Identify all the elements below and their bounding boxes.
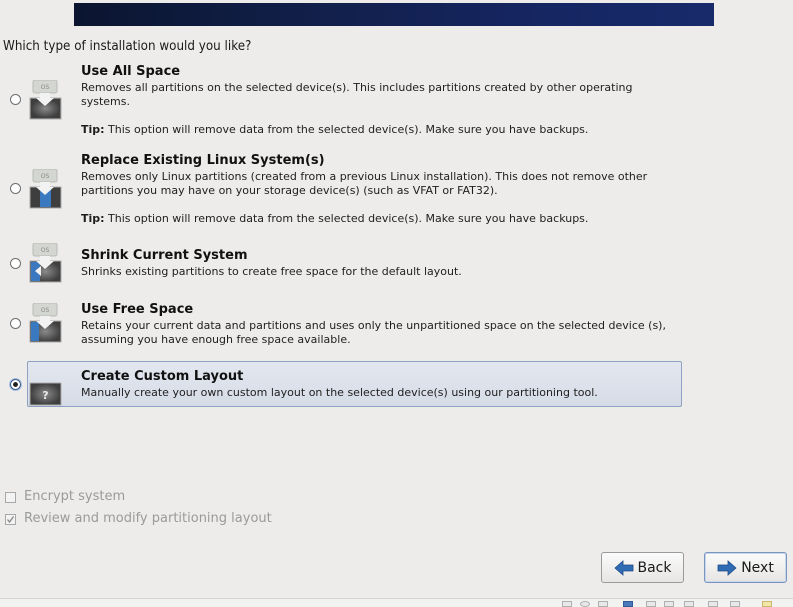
- next-arrow-icon: [717, 559, 737, 576]
- option-description: Retains your current data and partitions…: [81, 319, 666, 346]
- tip-label: Tip:: [81, 123, 105, 136]
- tray-mouse-icon[interactable]: [730, 601, 740, 607]
- option-title: Use Free Space: [81, 302, 194, 317]
- option-title: Shrink Current System: [81, 248, 248, 263]
- radio-create-custom-layout[interactable]: [10, 379, 21, 390]
- svg-text:OS: OS: [41, 307, 50, 314]
- tray-network-icon[interactable]: [623, 601, 633, 607]
- svg-text:OS: OS: [41, 247, 50, 254]
- selected-option-highlight[interactable]: [27, 361, 682, 407]
- radio-replace-linux[interactable]: [10, 183, 21, 194]
- back-button[interactable]: Back: [601, 552, 684, 583]
- tip-label: Tip:: [81, 212, 105, 225]
- option-description: Manually create your own custom layout o…: [81, 386, 598, 399]
- tray-folder-icon[interactable]: [684, 601, 694, 607]
- review-label: Review and modify partitioning layout: [24, 511, 272, 526]
- tip-text: This option will remove data from the se…: [104, 123, 589, 136]
- encrypt-label: Encrypt system: [24, 489, 126, 504]
- svg-text:OS: OS: [41, 84, 50, 91]
- header-banner: [74, 3, 714, 26]
- radio-use-all-space[interactable]: [10, 94, 21, 105]
- option-tip: Tip: This option will remove data from t…: [81, 212, 588, 225]
- tray-note-icon[interactable]: [762, 601, 772, 607]
- os-shrink-icon: OS: [29, 243, 62, 283]
- tray-window-icon[interactable]: [598, 601, 608, 607]
- tray-drive-icon[interactable]: [562, 601, 572, 607]
- tray-audio-icon[interactable]: [664, 601, 674, 607]
- tray-disc-icon[interactable]: [580, 601, 590, 607]
- option-title: Create Custom Layout: [81, 369, 244, 384]
- tip-text: This option will remove data from the se…: [104, 212, 589, 225]
- page-question: Which type of installation would you lik…: [3, 39, 252, 54]
- custom-layout-question-icon: ?: [29, 382, 62, 406]
- next-button-label: Next: [741, 559, 774, 576]
- back-arrow-icon: [613, 559, 633, 576]
- svg-text:?: ?: [42, 389, 48, 402]
- back-button-label: Back: [637, 559, 672, 576]
- os-free-space-icon: OS: [29, 303, 62, 343]
- option-title: Use All Space: [81, 64, 181, 79]
- review-checkbox[interactable]: [5, 514, 16, 525]
- checkmark-icon: [6, 516, 15, 524]
- encrypt-checkbox[interactable]: [5, 492, 16, 503]
- option-description: Removes all partitions on the selected d…: [81, 81, 633, 108]
- next-button[interactable]: Next: [704, 552, 787, 583]
- os-replace-linux-icon: OS: [29, 169, 62, 209]
- tray-capture-icon[interactable]: [708, 601, 718, 607]
- tray-usb-icon[interactable]: [646, 601, 656, 607]
- option-description: Removes only Linux partitions (created f…: [81, 170, 648, 197]
- taskbar-strip: [0, 599, 793, 607]
- radio-shrink-current[interactable]: [10, 258, 21, 269]
- option-title: Replace Existing Linux System(s): [81, 153, 325, 168]
- option-description: Shrinks existing partitions to create fr…: [81, 265, 462, 278]
- os-use-all-space-icon: OS: [29, 80, 62, 120]
- option-tip: Tip: This option will remove data from t…: [81, 123, 588, 136]
- radio-use-free-space[interactable]: [10, 318, 21, 329]
- svg-text:OS: OS: [41, 173, 50, 180]
